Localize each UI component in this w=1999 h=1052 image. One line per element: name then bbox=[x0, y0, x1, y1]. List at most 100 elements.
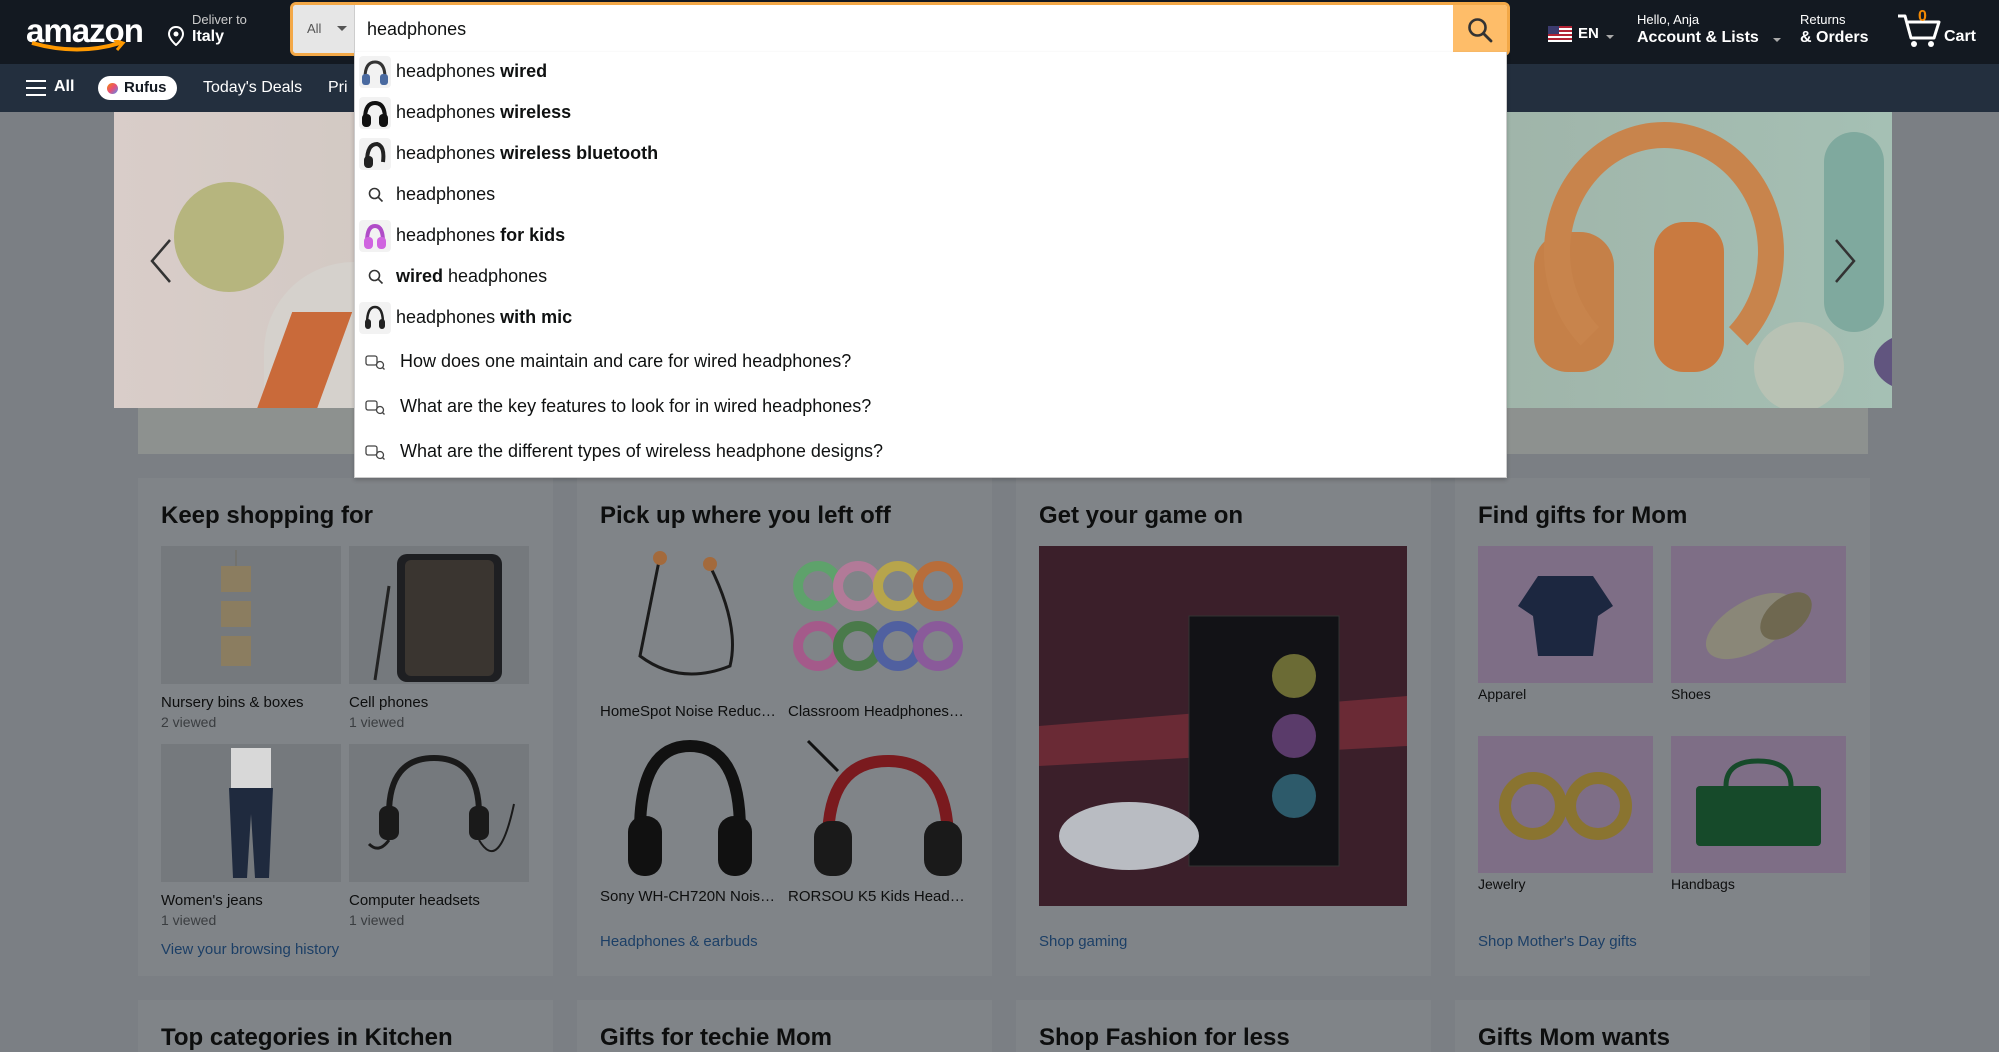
question-suggestion[interactable]: What are the key features to look for in… bbox=[355, 386, 1506, 431]
suggestion-text: headphones with mic bbox=[396, 307, 573, 327]
handbag-icon bbox=[1696, 758, 1821, 846]
rufus-label: Rufus bbox=[124, 79, 167, 96]
bottom-card: Shop Fashion for less bbox=[1016, 1000, 1431, 1052]
suggestion-item[interactable]: wired headphones bbox=[355, 257, 1506, 298]
deliver-location: Italy bbox=[192, 28, 225, 45]
headset-mic-thumb-icon bbox=[359, 302, 391, 334]
cell-phones-image[interactable] bbox=[349, 546, 529, 684]
card-title: Keep shopping for bbox=[161, 502, 373, 529]
headset-icon bbox=[367, 754, 515, 853]
view-history-link[interactable]: View your browsing history bbox=[161, 941, 339, 958]
suggestion-item[interactable]: headphones for kids bbox=[355, 216, 1506, 257]
neckband-earbuds-icon bbox=[638, 551, 734, 676]
suggestion-item[interactable]: headphones with mic bbox=[355, 298, 1506, 339]
keep-shopping-card: Keep shopping for Nursery bins & boxes 2… bbox=[138, 478, 553, 976]
question-suggestion[interactable]: How does one maintain and care for wired… bbox=[355, 341, 1506, 386]
card-title: Pick up where you left off bbox=[600, 502, 891, 529]
tile-viewed-count: 1 viewed bbox=[161, 912, 217, 928]
mothers-day-link[interactable]: Shop Mother's Day gifts bbox=[1478, 933, 1637, 950]
suggestion-item[interactable]: headphones wired bbox=[355, 52, 1506, 93]
wireless-headphones-thumb-icon bbox=[359, 97, 391, 129]
handbags-image[interactable] bbox=[1671, 736, 1846, 873]
red-headphones-icon bbox=[806, 739, 962, 876]
cart-count: 0 bbox=[1918, 8, 1927, 25]
colorful-headphones-icon bbox=[793, 561, 963, 671]
question-text: How does one maintain and care for wired… bbox=[400, 351, 852, 371]
search-button[interactable] bbox=[1453, 5, 1507, 53]
rufus-icon bbox=[107, 83, 118, 94]
search-bar: All bbox=[290, 2, 1510, 56]
homespot-earbuds-image[interactable] bbox=[600, 546, 778, 696]
prime-link[interactable]: Pri bbox=[328, 79, 348, 97]
amazon-logo[interactable]: amazon bbox=[24, 10, 144, 54]
jewelry-image[interactable] bbox=[1478, 736, 1653, 873]
shop-gaming-link[interactable]: Shop gaming bbox=[1039, 933, 1127, 950]
hero-brush-image bbox=[1824, 132, 1884, 332]
card-title: Gifts Mom wants bbox=[1478, 1024, 1671, 1051]
ask-question-icon bbox=[365, 400, 385, 415]
tile-label[interactable]: Apparel bbox=[1478, 686, 1526, 702]
tile-viewed-count: 1 viewed bbox=[349, 912, 405, 928]
wired-headphones-thumb-icon bbox=[359, 56, 391, 88]
search-category-select[interactable]: All bbox=[293, 5, 355, 53]
chevron-down-icon bbox=[337, 26, 347, 31]
gaming-pc-icon bbox=[1039, 546, 1407, 906]
search-icon bbox=[368, 269, 384, 285]
cart-button[interactable]: 0 Cart bbox=[1896, 8, 1986, 52]
headphones-earbuds-link[interactable]: Headphones & earbuds bbox=[600, 933, 758, 950]
tile-label[interactable]: Nursery bins & boxes bbox=[161, 694, 304, 711]
suggestion-item[interactable]: headphones wireless bluetooth bbox=[355, 134, 1506, 175]
tile-label[interactable]: Handbags bbox=[1671, 876, 1735, 892]
hanging-organizer-icon bbox=[221, 550, 251, 666]
sneaker-icon bbox=[1705, 592, 1812, 660]
suggestion-item[interactable]: headphones bbox=[355, 175, 1506, 216]
tile-label[interactable]: RORSOU K5 Kids Head… bbox=[788, 888, 965, 905]
bottom-card: Top categories in Kitchen bbox=[138, 1000, 553, 1052]
sony-headphones-image[interactable] bbox=[600, 731, 778, 886]
rorsou-headphones-image[interactable] bbox=[788, 731, 968, 886]
chevron-left-icon bbox=[150, 239, 171, 283]
suggestion-item[interactable]: headphones wireless bbox=[355, 93, 1506, 134]
tile-label[interactable]: Jewelry bbox=[1478, 876, 1525, 892]
apparel-image[interactable] bbox=[1478, 546, 1653, 683]
returns-label: Returns bbox=[1800, 12, 1846, 27]
tile-label[interactable]: HomeSpot Noise Reduc… bbox=[600, 703, 776, 720]
suggestion-text: headphones wireless bluetooth bbox=[396, 143, 659, 163]
hero-next-button[interactable] bbox=[1830, 236, 1860, 286]
logo-smile-icon bbox=[31, 40, 126, 52]
tile-label[interactable]: Classroom Headphones… bbox=[788, 703, 964, 720]
todays-deals-link[interactable]: Today's Deals bbox=[203, 79, 302, 97]
shoes-image[interactable] bbox=[1671, 546, 1846, 683]
computer-headsets-image[interactable] bbox=[349, 744, 529, 882]
suggestion-text: headphones for kids bbox=[396, 225, 566, 245]
hero-flower-image bbox=[1754, 322, 1844, 408]
gaming-pc-image[interactable] bbox=[1039, 546, 1407, 906]
card-title: Shop Fashion for less bbox=[1039, 1024, 1290, 1051]
search-suggestions-dropdown: headphones wired headphones wireless hea… bbox=[354, 52, 1507, 478]
bottom-card: Gifts Mom wants bbox=[1455, 1000, 1870, 1052]
classroom-headphones-image[interactable] bbox=[788, 546, 968, 696]
tile-label[interactable]: Shoes bbox=[1671, 686, 1711, 702]
language-code: EN bbox=[1578, 25, 1599, 42]
search-icon bbox=[368, 187, 384, 203]
phone-icon bbox=[373, 554, 502, 682]
question-text: What are the different types of wireless… bbox=[400, 441, 883, 461]
tile-label[interactable]: Cell phones bbox=[349, 694, 428, 711]
tile-label[interactable]: Sony WH-CH720N Nois… bbox=[600, 888, 775, 905]
chevron-right-icon bbox=[1835, 239, 1856, 283]
rufus-button[interactable]: Rufus bbox=[98, 76, 177, 100]
search-input[interactable] bbox=[363, 5, 1433, 53]
tile-label[interactable]: Women's jeans bbox=[161, 892, 263, 909]
question-suggestion[interactable]: What are the different types of wireless… bbox=[355, 431, 1506, 476]
cart-label: Cart bbox=[1944, 28, 1977, 45]
account-label: Account & Lists bbox=[1637, 29, 1759, 46]
earrings-icon bbox=[1499, 772, 1632, 840]
deliver-label: Deliver to bbox=[192, 12, 247, 27]
womens-jeans-image[interactable] bbox=[161, 744, 341, 882]
nursery-bins-image[interactable] bbox=[161, 546, 341, 684]
hero-prev-button[interactable] bbox=[146, 236, 176, 286]
tile-label[interactable]: Computer headsets bbox=[349, 892, 480, 909]
location-pin-icon bbox=[168, 26, 184, 46]
ask-question-icon bbox=[365, 355, 385, 370]
gifts-mom-card: Find gifts for Mom Apparel Shoes Jewelry… bbox=[1455, 478, 1870, 976]
